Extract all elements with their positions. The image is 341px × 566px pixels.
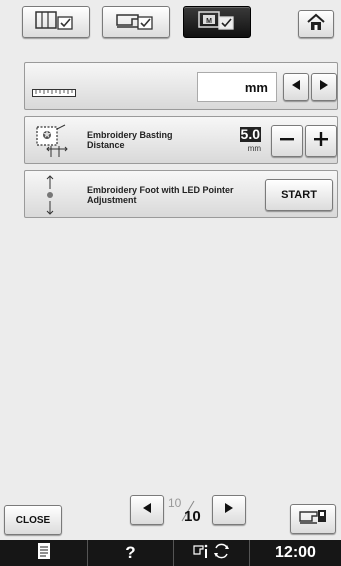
tab-general-settings[interactable] [22,6,90,38]
tab-machine-settings[interactable] [102,6,170,38]
unit-prev-button[interactable] [283,73,309,101]
unit-next-button[interactable] [311,73,337,101]
plus-icon [312,130,330,153]
document-icon [37,542,51,565]
page-indicator: 10 10 [168,496,208,526]
unit-value: mm [244,79,268,95]
status-bar: ? 12:00 [0,540,341,566]
clock-time: 12:00 [275,544,316,561]
basting-increase-button[interactable] [305,125,337,157]
clock: 12:00 [250,540,341,566]
basting-decrease-button[interactable] [271,125,303,157]
basting-distance-label: Embroidery Basting Distance [87,130,173,150]
minus-icon [278,130,296,153]
close-button[interactable]: CLOSE [4,505,62,535]
arrow-left-icon [142,501,152,519]
page-prev-button[interactable] [130,495,164,525]
basting-distance-icon [33,123,73,164]
led-pointer-start-button[interactable]: START [265,179,333,211]
ruler-icon [32,84,76,102]
arrow-right-icon [224,501,234,519]
basting-distance-row: Embroidery Basting Distance 5.0 mm [24,116,338,164]
unit-setting-row: mm [24,62,338,110]
machine-connection-icon [192,542,232,565]
embroidery-settings-icon: M [195,9,239,36]
home-button[interactable] [298,10,334,38]
basting-distance-value: 5.0 [239,126,261,142]
sewing-machine-icon [297,507,329,532]
manual-button[interactable] [0,540,88,566]
arrow-left-icon [291,78,301,96]
home-icon [306,13,326,36]
close-button-label: CLOSE [15,514,51,526]
machine-settings-icon [114,9,158,36]
page-next-button[interactable] [212,495,246,525]
page-settings-icon [34,9,78,36]
basting-distance-value-display: 5.0 mm [225,126,261,156]
help-label: ? [125,543,136,562]
start-button-label: START [281,189,317,201]
led-pointer-icon [43,175,57,220]
tab-embroidery-settings[interactable]: M [183,6,251,38]
machine-view-button[interactable] [290,504,336,534]
arrow-right-icon [319,78,329,96]
led-pointer-label: Embroidery Foot with LED Pointer Adjustm… [87,185,234,205]
svg-text:M: M [206,18,212,25]
led-pointer-row: Embroidery Foot with LED Pointer Adjustm… [24,170,338,218]
help-button[interactable]: ? [88,540,174,566]
basting-distance-unit: mm [247,144,261,153]
network-status[interactable] [174,540,250,566]
unit-value-display: mm [197,72,277,102]
page-total: 10 [184,508,201,525]
